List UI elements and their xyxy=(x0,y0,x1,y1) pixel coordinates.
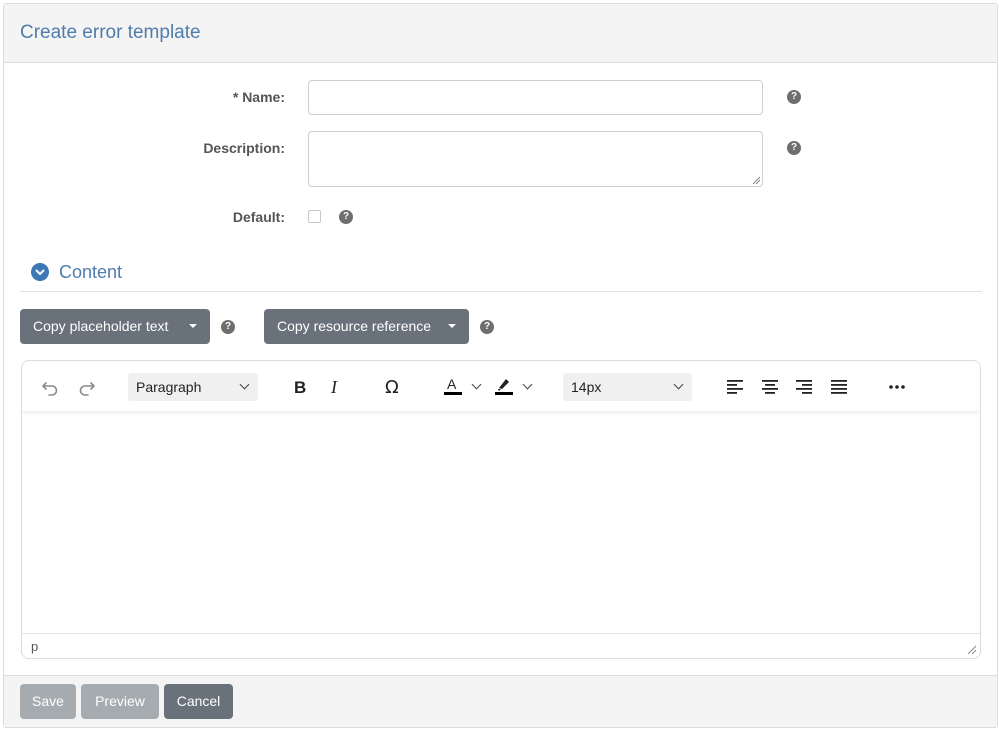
editor-content-area[interactable] xyxy=(22,411,980,633)
copy-placeholder-text-button[interactable]: Copy placeholder text xyxy=(20,309,210,344)
save-button[interactable]: Save xyxy=(20,684,76,719)
content-section-title[interactable]: Content xyxy=(59,262,122,283)
description-textarea[interactable] xyxy=(308,131,763,187)
content-collapse-toggle[interactable] xyxy=(31,263,49,281)
more-icon[interactable] xyxy=(887,375,907,399)
undo-icon[interactable] xyxy=(40,375,60,399)
name-label: * Name: xyxy=(232,89,285,105)
cancel-button[interactable]: Cancel xyxy=(164,684,233,719)
panel-header: Create error template xyxy=(4,4,997,63)
copy-resource-reference-label: Copy resource reference xyxy=(277,318,432,334)
chevron-down-icon xyxy=(673,379,684,390)
copy-resource-reference-button[interactable]: Copy resource reference xyxy=(264,309,469,344)
chevron-down-icon xyxy=(239,379,250,390)
copy-placeholder-text-label: Copy placeholder text xyxy=(33,318,169,334)
name-help-icon[interactable]: ? xyxy=(787,90,801,104)
highlight-color-icon[interactable] xyxy=(493,373,515,397)
caret-down-icon xyxy=(448,324,456,328)
justify-icon[interactable] xyxy=(829,375,849,399)
page-title: Create error template xyxy=(20,22,201,43)
default-checkbox[interactable] xyxy=(308,210,321,223)
chevron-down-icon xyxy=(35,269,45,275)
svg-text:B: B xyxy=(294,378,306,397)
text-color-icon[interactable]: A xyxy=(442,373,464,397)
svg-text:A: A xyxy=(447,376,457,392)
block-format-select[interactable]: Paragraph xyxy=(128,373,258,401)
rich-text-editor: Paragraph B I Ω A 14px p xyxy=(21,360,981,659)
font-size-select[interactable]: 14px xyxy=(563,373,692,401)
default-help-icon[interactable]: ? xyxy=(339,210,353,224)
italic-icon[interactable]: I xyxy=(326,375,346,399)
align-center-icon[interactable] xyxy=(760,375,780,399)
font-size-value: 14px xyxy=(571,379,602,395)
editor-statusbar: p xyxy=(22,633,980,658)
bold-icon[interactable]: B xyxy=(290,375,310,399)
preview-button[interactable]: Preview xyxy=(81,684,159,719)
svg-text:I: I xyxy=(330,377,338,397)
special-character-icon[interactable]: Ω xyxy=(383,375,405,399)
section-divider xyxy=(20,291,982,292)
chevron-down-icon[interactable] xyxy=(471,379,482,390)
resource-help-icon[interactable]: ? xyxy=(480,320,494,334)
editor-toolbar: Paragraph B I Ω A 14px xyxy=(22,361,980,411)
placeholder-help-icon[interactable]: ? xyxy=(221,320,235,334)
element-path[interactable]: p xyxy=(31,639,38,654)
chevron-down-icon[interactable] xyxy=(522,379,533,390)
editor-resize-handle-icon[interactable] xyxy=(967,645,976,654)
panel-footer: Save Preview Cancel xyxy=(4,675,997,727)
default-label: Default: xyxy=(232,209,285,225)
description-help-icon[interactable]: ? xyxy=(787,141,801,155)
redo-icon[interactable] xyxy=(77,375,97,399)
name-input[interactable] xyxy=(308,80,763,115)
align-left-icon[interactable] xyxy=(725,375,745,399)
caret-down-icon xyxy=(189,324,197,328)
svg-text:Ω: Ω xyxy=(385,377,399,398)
description-label: Description: xyxy=(203,140,285,156)
create-error-template-panel: Create error template * Name: ? Descript… xyxy=(3,3,998,728)
align-right-icon[interactable] xyxy=(794,375,814,399)
block-format-value: Paragraph xyxy=(136,379,202,395)
resize-grip-icon[interactable] xyxy=(752,176,760,184)
